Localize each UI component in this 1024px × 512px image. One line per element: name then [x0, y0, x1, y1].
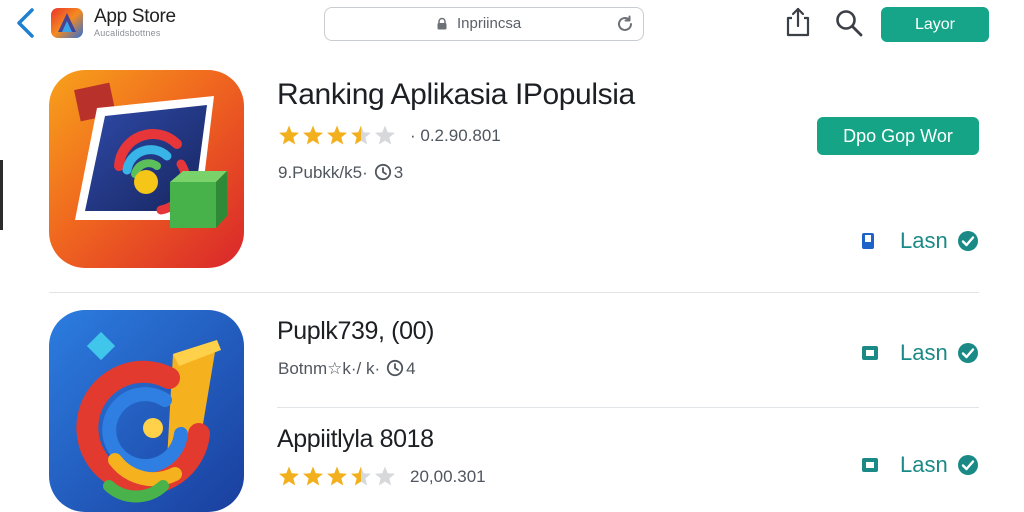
status-label: Lasn: [900, 340, 948, 365]
row-divider: [49, 292, 979, 293]
meta-text: 9.Pubkk/k5·: [278, 163, 368, 182]
app-name[interactable]: Puplk739, (00): [277, 317, 434, 346]
rating-count: 20,00.301: [410, 467, 486, 486]
check-circle-icon: [958, 455, 978, 475]
clock-icon: [374, 163, 391, 181]
check-circle-icon: [958, 343, 978, 363]
app-meta: 9.Pubkk/k5· 3: [278, 163, 403, 183]
app-meta: Botnm☆k·/ k· 4: [278, 359, 416, 379]
star-icon: [375, 466, 395, 486]
app-name[interactable]: Ranking Aplikasia IPopulsia: [277, 78, 635, 112]
address-bar[interactable]: Inpriincsa: [324, 7, 644, 41]
search-icon[interactable]: [834, 8, 864, 38]
header-action-button[interactable]: Layor: [881, 7, 989, 42]
app-title: App Store: [94, 6, 176, 27]
star-icon: [303, 125, 323, 145]
address-text: Inpriincsa: [457, 15, 522, 32]
star-rating: [279, 466, 395, 486]
star-icon: [351, 466, 371, 486]
app-name[interactable]: Appiitlyla 8018: [277, 425, 434, 454]
star-icon: [327, 125, 347, 145]
star-icon: [327, 466, 347, 486]
chevron-left-icon[interactable]: [12, 6, 40, 40]
status-label: Lasn: [900, 228, 948, 253]
window-edge: [0, 160, 3, 230]
star-icon: [351, 125, 371, 145]
clock-icon: [387, 359, 404, 377]
star-icon: [375, 125, 395, 145]
app-subtitle: Aucalidsbottnes: [94, 28, 161, 38]
star-rating: [279, 125, 395, 145]
star-icon: [279, 466, 299, 486]
download-icon: [862, 346, 878, 360]
star-icon: [303, 466, 323, 486]
share-icon[interactable]: [784, 6, 812, 38]
download-icon: [862, 458, 878, 472]
top-bar: App Store Aucalidsbottnes Inpriincsa Lay…: [0, 0, 1024, 48]
check-circle-icon: [958, 231, 978, 251]
star-icon: [279, 125, 299, 145]
reload-icon[interactable]: [615, 14, 635, 34]
meta-count: 4: [406, 359, 416, 378]
app-icon-puplk[interactable]: [49, 310, 244, 512]
row-divider: [277, 407, 979, 408]
lock-icon: [437, 17, 447, 30]
app-icon-ranking[interactable]: [49, 70, 244, 268]
status-label: Lasn: [900, 452, 948, 477]
app-store-logo: [51, 8, 83, 38]
get-button[interactable]: Dpo Gop Wor: [817, 117, 979, 155]
meta-count: 3: [393, 163, 404, 182]
phone-icon: [862, 233, 874, 249]
rating-count: · 0.2.90.801: [410, 126, 501, 145]
meta-text: Botnm☆k·/ k·: [278, 359, 381, 378]
